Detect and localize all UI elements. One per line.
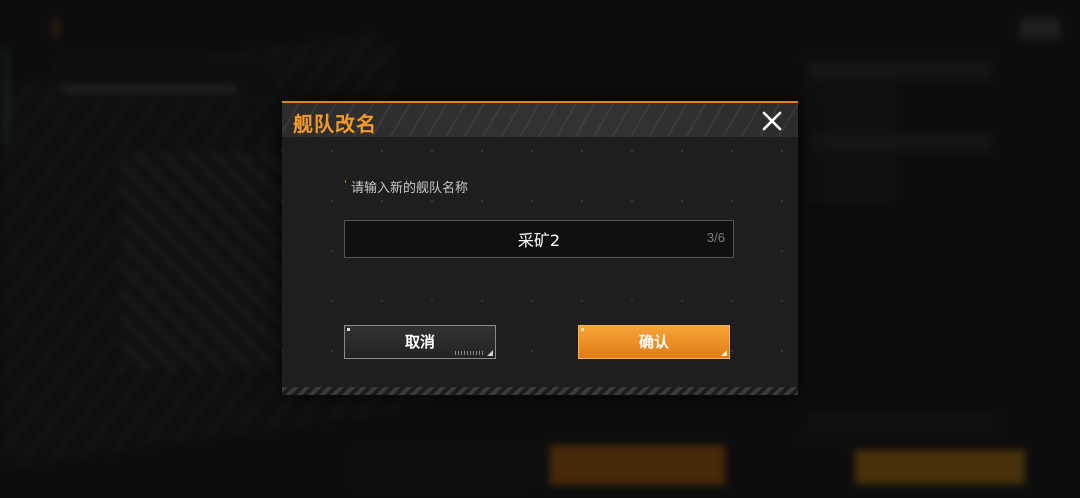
confirm-label: 确认 bbox=[638, 333, 669, 351]
fleet-name-input[interactable] bbox=[345, 221, 733, 257]
corner-dot bbox=[347, 328, 350, 331]
cancel-button[interactable]: 取消 bbox=[344, 325, 496, 359]
prompt-text: 请输入新的舰队名称 bbox=[351, 181, 469, 196]
confirm-button[interactable]: 确认 bbox=[578, 325, 730, 359]
dialog-header: 舰队改名 bbox=[282, 101, 798, 137]
close-button[interactable] bbox=[760, 109, 784, 133]
dialog-footer-stripes bbox=[282, 387, 798, 395]
close-icon bbox=[762, 111, 782, 131]
fleet-name-field[interactable]: 3/6 bbox=[344, 220, 734, 258]
cancel-label: 取消 bbox=[404, 333, 435, 351]
required-marker: ' bbox=[344, 178, 348, 191]
corner-triangle bbox=[721, 350, 727, 356]
corner-triangle bbox=[487, 350, 493, 356]
char-count: 3/6 bbox=[706, 230, 725, 245]
fleet-rename-dialog: 舰队改名 '请输入新的舰队名称 3/6 取消 确认 bbox=[282, 101, 798, 395]
input-prompt: ' 请输入新的舰队名称 bbox=[344, 177, 468, 196]
button-hatch bbox=[455, 351, 485, 355]
dialog-title: 舰队改名 bbox=[293, 112, 377, 136]
corner-dot bbox=[581, 328, 584, 331]
